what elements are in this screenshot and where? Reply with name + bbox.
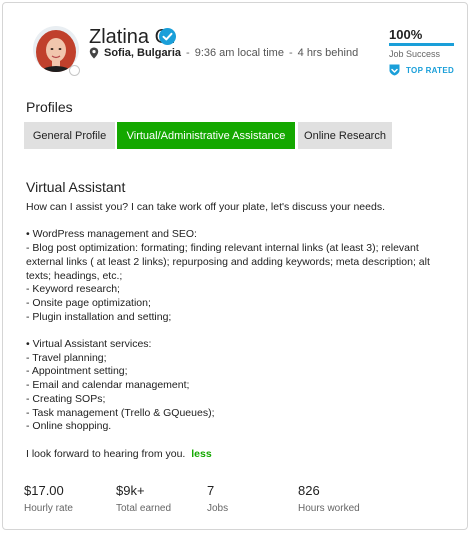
closing-text: I look forward to hearing from you. bbox=[26, 447, 186, 460]
verified-check-icon bbox=[159, 28, 176, 45]
tab-online-research[interactable]: Online Research bbox=[298, 122, 392, 149]
profile-description: How can I assist you? I can take work of… bbox=[26, 201, 456, 461]
wordpress-item: - Onsite page optimization; bbox=[26, 296, 151, 309]
stat-value: 826 bbox=[298, 483, 320, 498]
wordpress-heading: • WordPress management and SEO: bbox=[26, 228, 197, 241]
stat-value: $9k+ bbox=[116, 483, 145, 498]
job-success-percent: 100% bbox=[389, 27, 423, 42]
job-success-bar-fill bbox=[389, 43, 454, 46]
time-separator: - bbox=[288, 47, 293, 59]
stat-jobs: 7 Jobs bbox=[207, 483, 228, 514]
stat-total-earned: $9k+ Total earned bbox=[116, 483, 171, 514]
less-link[interactable]: less bbox=[191, 448, 211, 460]
job-success-label: Job Success bbox=[389, 49, 441, 59]
location-separator: - bbox=[186, 47, 190, 59]
stat-value: $17.00 bbox=[24, 483, 64, 498]
top-rated-badge: TOP RATED bbox=[389, 64, 454, 76]
local-time: 9:36 am local time bbox=[194, 47, 284, 59]
va-service-item: - Email and calendar management; bbox=[26, 379, 190, 392]
va-service-item: - Appointment setting; bbox=[26, 365, 128, 378]
profiles-heading: Profiles bbox=[26, 99, 73, 115]
stat-hourly-rate: $17.00 Hourly rate bbox=[24, 483, 73, 514]
va-service-item: - Task management (Trello & GQueues); bbox=[26, 406, 215, 419]
tab-virtual-administrative-assistance[interactable]: Virtual/Administrative Assistance bbox=[117, 122, 295, 149]
time-difference: 4 hrs behind bbox=[297, 47, 359, 59]
va-service-item: - Travel planning; bbox=[26, 351, 107, 364]
wordpress-item: - Keyword research; bbox=[26, 283, 120, 296]
top-rated-shield-icon bbox=[389, 64, 400, 76]
stat-value: 7 bbox=[207, 483, 215, 498]
job-success-bar bbox=[389, 43, 454, 46]
location-text: Sofia, Bulgaria bbox=[104, 47, 182, 59]
stat-label: Total earned bbox=[116, 503, 172, 514]
stat-hours-worked: 826 Hours worked bbox=[298, 483, 360, 514]
wordpress-item: - Blog post optimization: formating; fin… bbox=[26, 242, 430, 282]
description-intro: How can I assist you? I can take work of… bbox=[26, 201, 385, 213]
description-closing: I look forward to hearing from you. less bbox=[26, 448, 456, 462]
wordpress-item: - Plugin installation and setting; bbox=[26, 310, 172, 323]
top-rated-label: TOP RATED bbox=[406, 65, 455, 75]
stat-label: Jobs bbox=[207, 503, 229, 514]
va-service-item: - Online shopping. bbox=[26, 420, 112, 433]
freelancer-profile-card: Zlatina G. Sofia, Bulgaria - 9:36 am loc… bbox=[2, 2, 468, 530]
location-pin-icon bbox=[89, 47, 99, 59]
tab-general-profile[interactable]: General Profile bbox=[24, 122, 115, 149]
profile-title: Virtual Assistant bbox=[26, 179, 126, 195]
va-services-heading: • Virtual Assistant services: bbox=[26, 338, 152, 350]
location-row: Sofia, Bulgaria - 9:36 am local time - 4… bbox=[89, 47, 358, 59]
va-service-item: - Creating SOPs; bbox=[26, 392, 106, 405]
online-status-icon bbox=[69, 65, 80, 76]
stat-label: Hours worked bbox=[298, 503, 360, 514]
stat-label: Hourly rate bbox=[24, 503, 73, 514]
